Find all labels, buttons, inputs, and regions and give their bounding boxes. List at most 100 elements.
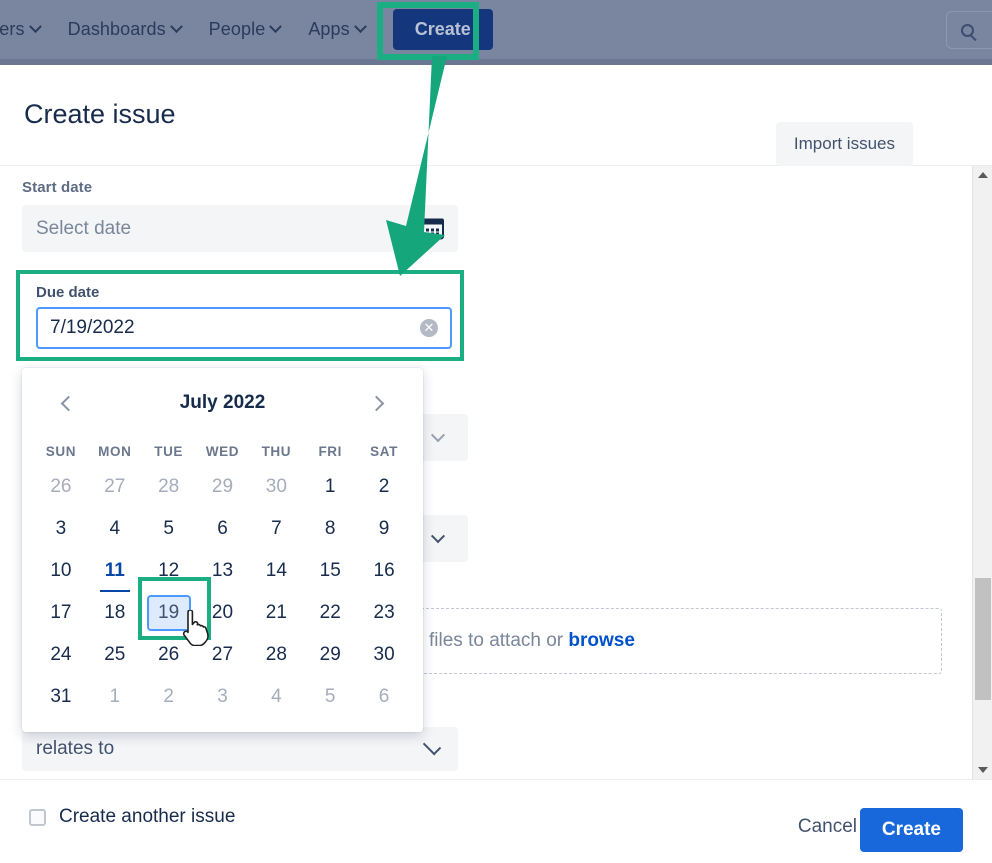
- calendar-day-9[interactable]: 9: [357, 509, 411, 549]
- calendar-day-5[interactable]: 5: [303, 677, 357, 717]
- vertical-scrollbar[interactable]: [972, 166, 992, 779]
- calendar-day-30[interactable]: 30: [357, 635, 411, 675]
- triangle-down-icon: [978, 767, 988, 773]
- create-another-issue-checkbox[interactable]: Create another issue: [29, 806, 235, 828]
- nav-item-label: People: [208, 19, 266, 39]
- calendar-day-13[interactable]: 13: [196, 551, 250, 591]
- nav-item-label: Apps: [308, 19, 350, 39]
- calendar-day-6[interactable]: 6: [357, 677, 411, 717]
- due-date-value: 7/19/2022: [50, 317, 135, 338]
- nav-item-dashboards[interactable]: Dashboards: [54, 0, 195, 59]
- scroll-down-arrow[interactable]: [973, 761, 992, 779]
- nav-create-wrapper: Create: [392, 9, 493, 50]
- calendar-day-6[interactable]: 6: [196, 509, 250, 549]
- calendar-day-22[interactable]: 22: [303, 593, 357, 633]
- calendar-day-19[interactable]: 19: [142, 593, 196, 633]
- modal-header: Create issue Import issues: [0, 65, 992, 191]
- calendar-day-12[interactable]: 12: [142, 551, 196, 591]
- calendar-day-2[interactable]: 2: [357, 467, 411, 507]
- create-another-issue-label: Create another issue: [59, 806, 236, 827]
- chevron-down-icon: [169, 20, 183, 34]
- calendar-day-28[interactable]: 28: [142, 467, 196, 507]
- create-button[interactable]: Create: [859, 808, 963, 852]
- calendar-day-31[interactable]: 31: [34, 677, 88, 717]
- calendar-grid: 26 27 28 29 30 1 2 3 4 5 6 7 8 9 10 11 12 13 14 15 16 17 18 19 2…: [34, 467, 411, 717]
- chevron-down-icon: [422, 736, 442, 756]
- clear-icon[interactable]: ✕: [420, 319, 438, 337]
- calendar-day-27[interactable]: 27: [196, 635, 250, 675]
- calendar-day-27[interactable]: 27: [88, 467, 142, 507]
- calendar-day-21[interactable]: 21: [249, 593, 303, 633]
- calendar-day-26[interactable]: 26: [34, 467, 88, 507]
- calendar-day-3[interactable]: 3: [196, 677, 250, 717]
- chevron-right-icon[interactable]: [365, 390, 391, 416]
- page-title: Create issue: [24, 99, 176, 129]
- start-date-input[interactable]: Select date: [22, 205, 458, 252]
- calendar-day-16[interactable]: 16: [357, 551, 411, 591]
- nav-item-people[interactable]: People: [195, 0, 295, 59]
- calendar-day-18[interactable]: 18: [88, 593, 142, 633]
- day-header: TUE: [154, 444, 184, 459]
- start-date-field-group: Start date Select date: [22, 179, 458, 252]
- calendar-day-5[interactable]: 5: [142, 509, 196, 549]
- calendar-day-28[interactable]: 28: [249, 635, 303, 675]
- calendar-day-30[interactable]: 30: [249, 467, 303, 507]
- calendar-day-11[interactable]: 11: [88, 551, 142, 591]
- chevron-down-icon: [430, 427, 446, 442]
- due-date-field-highlight: Due date 7/19/2022 ✕: [16, 270, 464, 361]
- calendar-week-row: 31 1 2 3 4 5 6: [34, 677, 411, 717]
- calendar-day-10[interactable]: 10: [34, 551, 88, 591]
- calendar-day-14[interactable]: 14: [249, 551, 303, 591]
- calendar-week-row: 26 27 28 29 30 1 2: [34, 467, 411, 507]
- nav-create-button[interactable]: Create: [392, 9, 493, 50]
- attachment-hint-text: files to attach or: [429, 630, 569, 651]
- attachment-hint: files to attach or browse: [419, 630, 635, 652]
- calendar-week-row: 24 25 26 27 28 29 30: [34, 635, 411, 675]
- chevron-down-icon: [353, 20, 367, 34]
- cancel-button[interactable]: Cancel: [798, 816, 857, 838]
- nav-item-filters[interactable]: ilters: [0, 0, 54, 59]
- calendar-day-26[interactable]: 26: [142, 635, 196, 675]
- calendar-day-15[interactable]: 15: [303, 551, 357, 591]
- calendar-day-25[interactable]: 25: [88, 635, 142, 675]
- linked-issue-select[interactable]: relates to: [22, 727, 458, 771]
- scrollbar-thumb[interactable]: [975, 578, 991, 700]
- calendar-day-8[interactable]: 8: [303, 509, 357, 549]
- nav-item-apps[interactable]: Apps: [294, 0, 378, 59]
- calendar-day-4[interactable]: 4: [249, 677, 303, 717]
- calendar-day-23[interactable]: 23: [357, 593, 411, 633]
- calendar-day-3[interactable]: 3: [34, 509, 88, 549]
- calendar-day-20[interactable]: 20: [196, 593, 250, 633]
- calendar-day-24[interactable]: 24: [34, 635, 88, 675]
- calendar-week-row: 10 11 12 13 14 15 16: [34, 551, 411, 591]
- search-box[interactable]: [946, 11, 992, 49]
- browse-link[interactable]: browse: [568, 630, 635, 651]
- calendar-icon[interactable]: [422, 218, 444, 239]
- calendar-day-4[interactable]: 4: [88, 509, 142, 549]
- calendar-day-29[interactable]: 29: [303, 635, 357, 675]
- calendar-day-17[interactable]: 17: [34, 593, 88, 633]
- calendar-day-1[interactable]: 1: [303, 467, 357, 507]
- day-header: SAT: [370, 444, 398, 459]
- calendar-week-row: 3456789: [34, 509, 411, 549]
- date-picker-popup: July 2022 SUN MON TUE WED THU FRI SAT 26…: [22, 368, 423, 732]
- search-icon: [961, 23, 974, 37]
- chevron-down-icon: [430, 528, 446, 543]
- calendar-month-label: July 2022: [179, 392, 266, 413]
- calendar-day-29[interactable]: 29: [196, 467, 250, 507]
- attachment-dropzone[interactable]: files to attach or browse: [418, 608, 942, 674]
- import-issues-button[interactable]: Import issues: [775, 122, 913, 166]
- calendar-day-2[interactable]: 2: [142, 677, 196, 717]
- triangle-up-icon: [978, 172, 988, 178]
- calendar-week-row: 17 18 19 20 21 22 23: [34, 593, 411, 633]
- day-header: THU: [261, 444, 292, 459]
- due-date-input[interactable]: 7/19/2022 ✕: [36, 307, 452, 349]
- screenshot-root: ilters Dashboards People Apps Create Cre…: [0, 0, 992, 863]
- calendar-icon-dots: [425, 227, 441, 237]
- start-date-label: Start date: [22, 179, 93, 196]
- checkbox-box[interactable]: [29, 808, 46, 826]
- calendar-day-1[interactable]: 1: [88, 677, 142, 717]
- calendar-day-7[interactable]: 7: [249, 509, 303, 549]
- chevron-left-icon[interactable]: [54, 390, 80, 416]
- scroll-up-arrow[interactable]: [973, 166, 992, 184]
